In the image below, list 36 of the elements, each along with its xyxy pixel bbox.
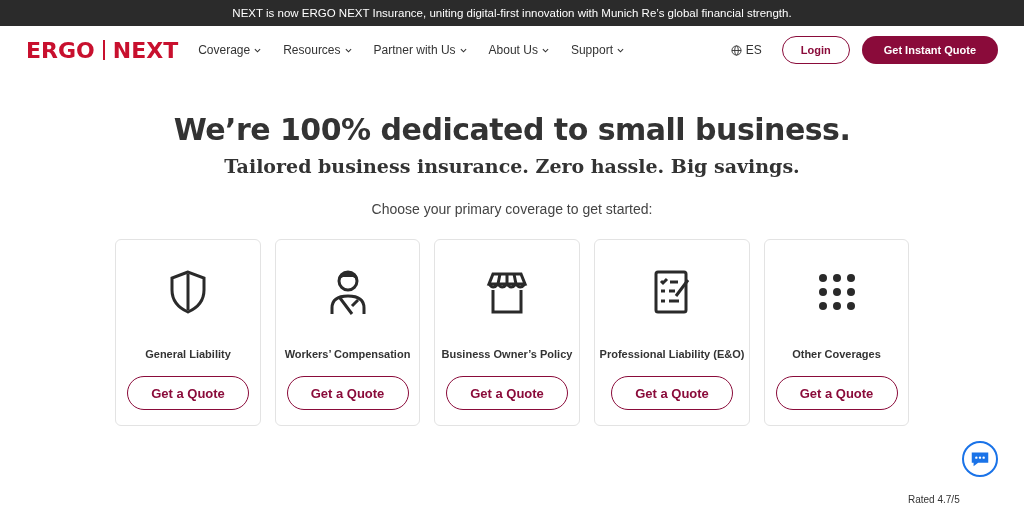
- nav-menu-item[interactable]: Partner with Us: [373, 43, 467, 57]
- nav-menu-item[interactable]: Coverage: [198, 43, 262, 57]
- coverage-label: Workers’ Compensation: [284, 348, 411, 360]
- hero-title: We’re 100% dedicated to small business.: [173, 112, 851, 147]
- globe-icon: [730, 44, 742, 56]
- nav-menu-item[interactable]: Support: [570, 43, 624, 57]
- language-link[interactable]: ES: [730, 43, 762, 57]
- coverage-label: Other Coverages: [792, 348, 881, 360]
- caret-icon: [344, 47, 352, 53]
- hero-subtitle: Tailored business insurance. Zero hassle. Big savings.: [224, 155, 800, 177]
- caret-icon: [459, 47, 467, 53]
- coverage-label: Business Owner’s Policy: [441, 348, 573, 360]
- get-a-quote-button[interactable]: Get a Quote: [127, 376, 249, 410]
- rating-text: Rated 4.7/5: [908, 494, 960, 505]
- coverage-card[interactable]: Other Coverages Get a Quote: [764, 239, 909, 426]
- coverage-card[interactable]: Business Owner’s Policy Get a Quote: [434, 239, 580, 426]
- nav-menu-item[interactable]: About Us: [488, 43, 549, 57]
- get-a-quote-button[interactable]: Get a Quote: [775, 376, 898, 410]
- coverage-card[interactable]: Workers’ Compensation Get a Quote: [275, 239, 420, 426]
- caret-icon: [254, 47, 262, 53]
- coverage-card[interactable]: Professional Liability (E&O) Get a Quote: [594, 239, 750, 426]
- get-a-quote-button[interactable]: Get a Quote: [286, 376, 409, 410]
- coverage-card[interactable]: General Liability Get a Quote: [115, 239, 261, 426]
- get-a-quote-button[interactable]: Get a Quote: [446, 376, 568, 410]
- caret-icon: [616, 47, 624, 53]
- prompt-text: Choose your primary coverage to get started:: [371, 201, 653, 217]
- caret-icon: [541, 47, 549, 53]
- coverage-label: General Liability: [145, 348, 231, 360]
- get-instant-quote-button[interactable]: Get Instant Quote: [861, 36, 998, 64]
- coverage-label: Professional Liability (E&O): [599, 348, 745, 360]
- chat-button[interactable]: [962, 441, 998, 477]
- get-a-quote-button[interactable]: Get a Quote: [611, 376, 733, 410]
- nav-menu-item[interactable]: Resources: [283, 43, 352, 57]
- announcement-banner: NEXT is now ERGO NEXT Insurance, uniting digital-first innovation with Munich Re’s global financial strength.: [0, 0, 1024, 26]
- login-button[interactable]: Login: [781, 36, 850, 64]
- logo[interactable]: ERGO NEXT: [26, 37, 179, 63]
